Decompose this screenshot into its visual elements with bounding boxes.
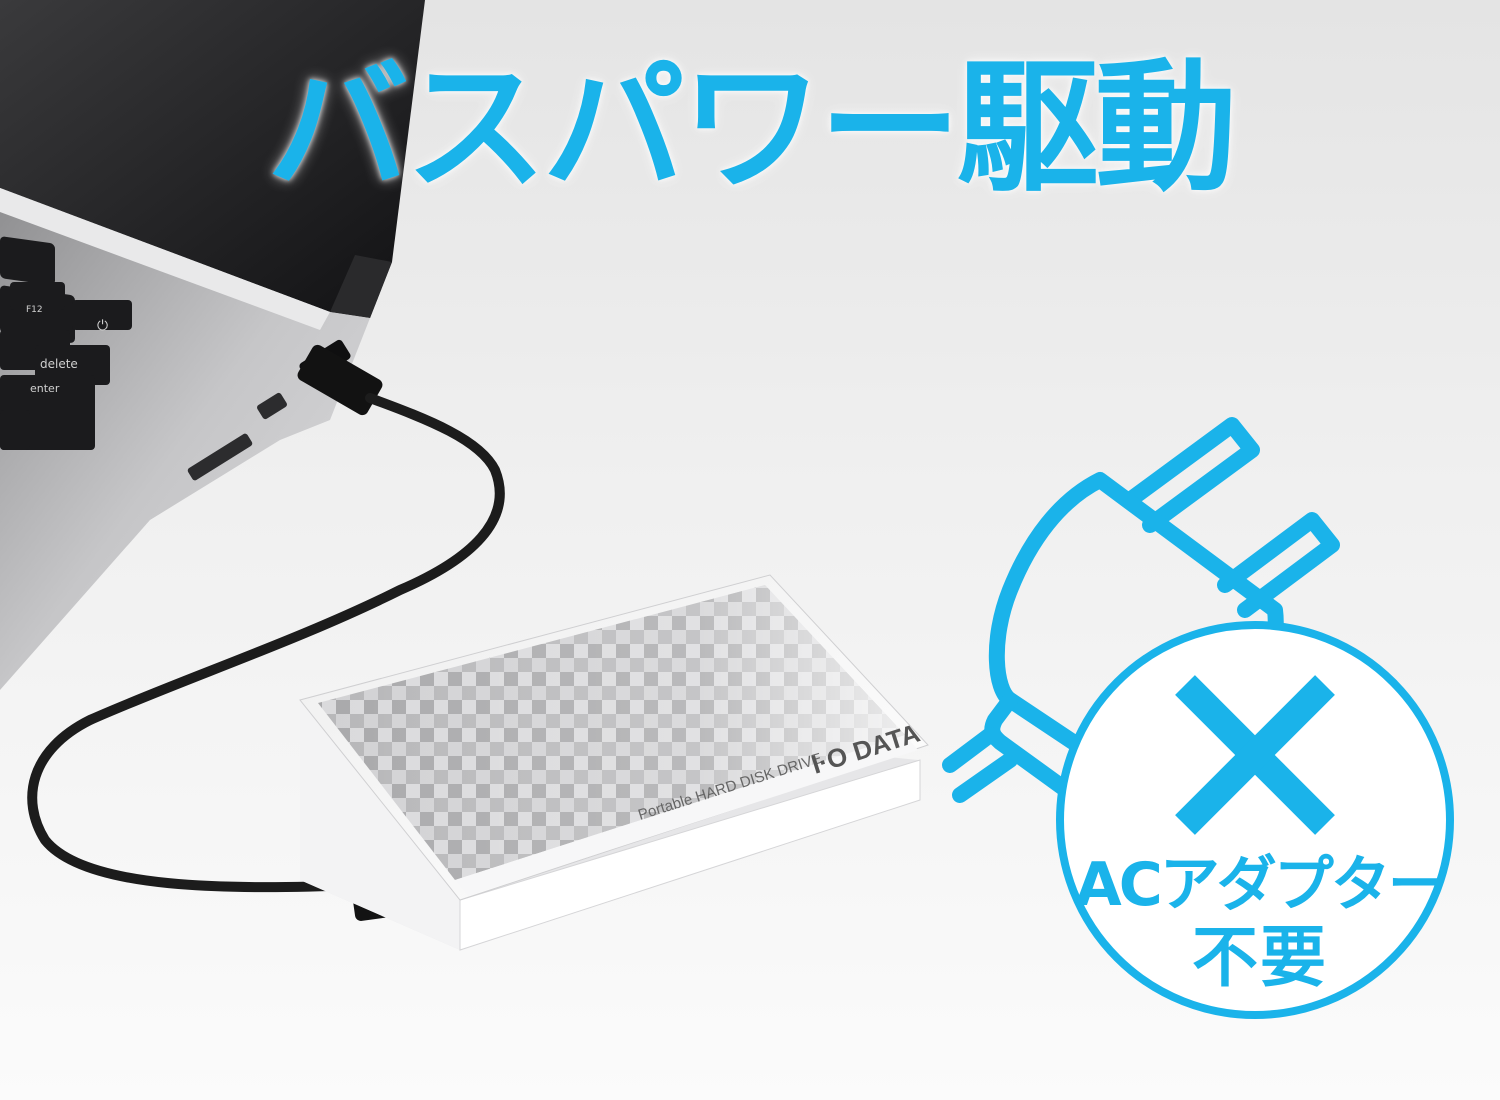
badge-text-not-required: 不要	[1192, 919, 1328, 996]
delete-key-label: delete	[40, 357, 78, 371]
power-key-icon: ⏻	[97, 318, 108, 334]
f12-key-label: F12	[26, 305, 43, 315]
enter-key-label: enter	[30, 382, 60, 395]
badge-text-ac-adapter: ACアダプター	[1075, 850, 1447, 920]
headline: バスパワー駆動	[267, 46, 1237, 211]
product-scene: F12 ⏻ delete enter Portable HARD DISK DR…	[0, 0, 1500, 1100]
